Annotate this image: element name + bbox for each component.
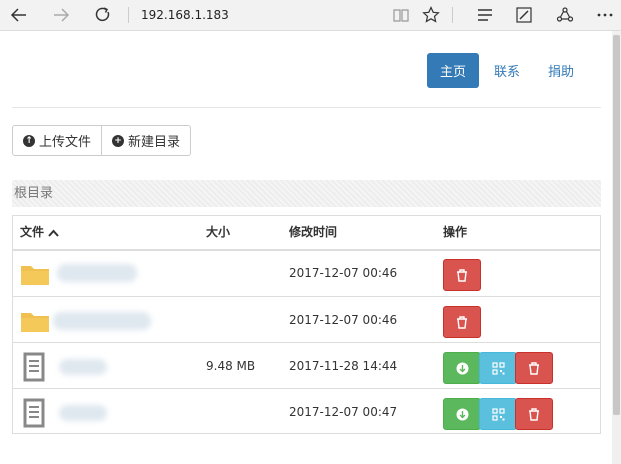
column-header-time: 修改时间 <box>289 225 338 239</box>
delete-button[interactable] <box>443 259 481 291</box>
upload-file-button[interactable]: ↑ 上传文件 <box>13 126 101 155</box>
trash-icon <box>457 315 467 329</box>
breadcrumb[interactable]: 根目录 <box>12 180 601 207</box>
file-document-icon <box>23 398 45 428</box>
qrcode-button[interactable] <box>479 352 517 384</box>
modified-time: 2017-12-07 00:46 <box>289 313 398 327</box>
back-arrow-icon <box>10 8 26 22</box>
modified-time: 2017-11-28 14:44 <box>289 359 398 373</box>
table-row: 9.48 MB 2017-11-28 14:44 <box>13 342 600 389</box>
qrcode-icon <box>491 407 505 421</box>
file-name-redacted[interactable] <box>59 405 107 421</box>
web-note-button[interactable] <box>511 3 537 27</box>
trash-icon <box>457 268 467 282</box>
download-circle-icon <box>456 362 468 374</box>
file-name-redacted[interactable] <box>59 359 107 375</box>
delete-button[interactable] <box>515 352 553 384</box>
trash-icon <box>529 407 539 421</box>
download-button[interactable] <box>443 352 481 384</box>
modified-time: 2017-12-07 00:46 <box>289 266 398 280</box>
refresh-button[interactable] <box>90 3 116 27</box>
forward-button[interactable] <box>48 3 74 27</box>
book-icon <box>393 9 409 22</box>
header-divider <box>12 107 601 108</box>
page-scrollbar[interactable] <box>612 31 621 464</box>
new-directory-button[interactable]: + 新建目录 <box>101 126 190 155</box>
folder-icon <box>21 266 49 285</box>
favorite-button[interactable] <box>418 3 444 27</box>
share-button[interactable] <box>552 3 578 27</box>
back-button[interactable] <box>6 3 32 27</box>
sort-ascending-icon <box>48 229 59 237</box>
file-table: 文件 大小 修改时间 操作 2017-12-07 00:46 2017-12-0… <box>12 215 601 434</box>
new-directory-label: 新建目录 <box>128 135 181 150</box>
pen-note-icon <box>516 7 532 23</box>
column-header-actions: 操作 <box>443 225 468 239</box>
table-row: 2017-12-07 00:46 <box>13 296 600 343</box>
browser-toolbar: 192.168.1.183 <box>0 0 621 31</box>
table-header: 文件 大小 修改时间 操作 <box>13 216 600 251</box>
delete-button[interactable] <box>515 398 553 430</box>
refresh-icon <box>95 7 110 22</box>
modified-time: 2017-12-07 00:47 <box>289 405 398 419</box>
trash-icon <box>529 361 539 375</box>
reading-view-button[interactable] <box>388 3 414 27</box>
toolbar-separator <box>128 7 129 23</box>
file-name-redacted[interactable] <box>53 312 151 330</box>
upload-label: 上传文件 <box>39 135 92 150</box>
folder-icon <box>21 313 49 332</box>
action-button-group: ↑ 上传文件 + 新建目录 <box>12 125 192 156</box>
column-header-size: 大小 <box>206 225 231 239</box>
more-button[interactable] <box>592 3 618 27</box>
file-document-icon <box>23 352 45 382</box>
hub-lines-icon <box>478 9 492 21</box>
download-button[interactable] <box>443 398 481 430</box>
nav-contact-link[interactable]: 联系 <box>494 53 520 88</box>
nav-donate-link[interactable]: 捐助 <box>548 53 574 88</box>
plus-circle-icon: + <box>112 134 125 147</box>
file-size: 9.48 MB <box>206 359 256 373</box>
hub-button[interactable] <box>472 3 498 27</box>
scrollbar-thumb[interactable] <box>613 35 620 415</box>
qrcode-icon <box>491 361 505 375</box>
address-bar[interactable]: 192.168.1.183 <box>141 3 381 27</box>
nav-home-button[interactable]: 主页 <box>427 53 479 88</box>
table-row: 2017-12-07 00:47 <box>13 388 600 435</box>
table-row: 2017-12-07 00:46 <box>13 250 600 296</box>
qrcode-button[interactable] <box>479 398 517 430</box>
toolbar-separator <box>452 7 453 23</box>
upload-arrow-icon: ↑ <box>23 134 35 147</box>
download-circle-icon <box>456 408 468 420</box>
star-icon <box>422 6 440 23</box>
page-content: 主页 联系 捐助 ↑ 上传文件 + 新建目录 根目录 文件 大小 修改时间 操作… <box>0 31 612 464</box>
delete-button[interactable] <box>443 306 481 338</box>
more-dots-icon <box>597 13 613 17</box>
column-header-file[interactable]: 文件 <box>20 216 59 249</box>
file-name-redacted[interactable] <box>57 264 137 282</box>
share-icon <box>556 7 574 22</box>
forward-arrow-icon <box>54 8 70 22</box>
column-header-label: 文件 <box>20 225 45 239</box>
